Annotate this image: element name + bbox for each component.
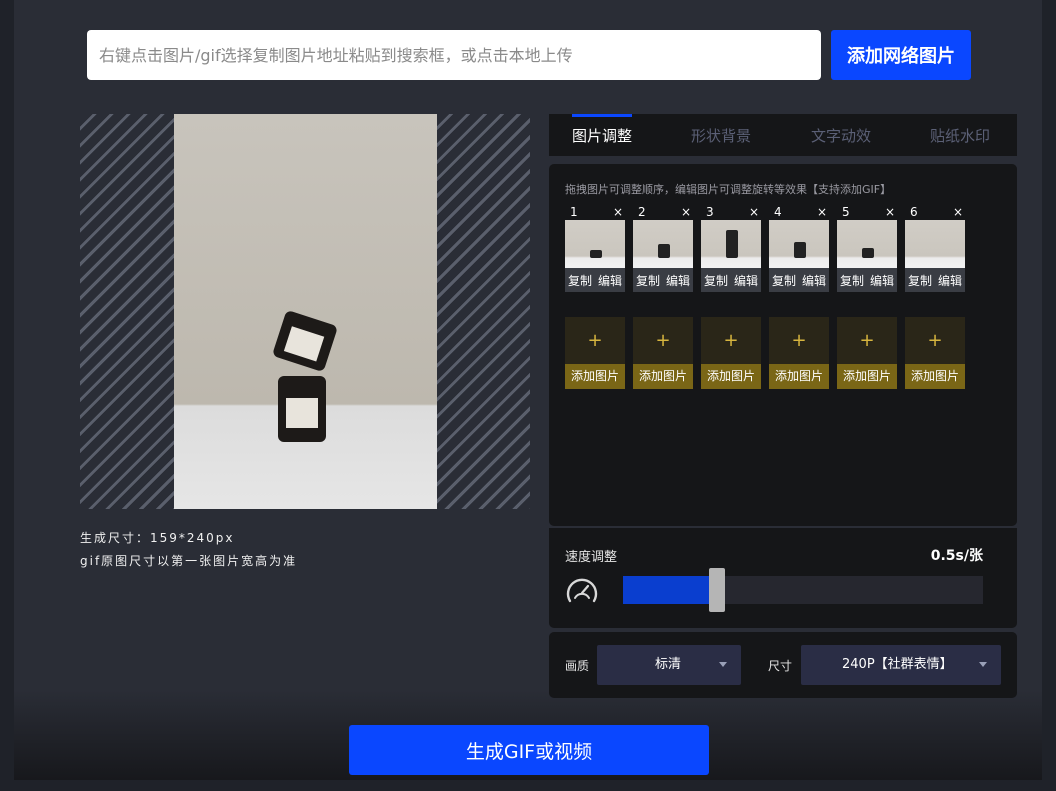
frame-number: 6 xyxy=(910,205,918,219)
add-image-slot[interactable]: + 添加图片 xyxy=(769,317,829,389)
frame-item[interactable]: 5 × 复制 编辑 xyxy=(837,205,897,292)
add-image-slot[interactable]: + 添加图片 xyxy=(701,317,761,389)
frame-number: 1 xyxy=(570,205,578,219)
plus-icon[interactable]: + xyxy=(701,317,761,364)
add-image-slot[interactable]: + 添加图片 xyxy=(633,317,693,389)
close-icon[interactable]: × xyxy=(749,205,759,219)
close-icon[interactable]: × xyxy=(613,205,623,219)
edit-button[interactable]: 编辑 xyxy=(938,272,962,289)
add-network-image-button[interactable]: 添加网络图片 xyxy=(831,30,971,80)
quality-select[interactable]: 标清 xyxy=(597,645,741,685)
frame-number: 2 xyxy=(638,205,646,219)
generate-gif-button[interactable]: 生成GIF或视频 xyxy=(349,725,709,775)
edit-button[interactable]: 编辑 xyxy=(870,272,894,289)
add-image-label[interactable]: 添加图片 xyxy=(633,364,693,389)
frame-number: 4 xyxy=(774,205,782,219)
close-icon[interactable]: × xyxy=(953,205,963,219)
gif-preview-canvas xyxy=(80,114,530,509)
jar-top xyxy=(271,309,339,373)
size-label: 尺寸 xyxy=(768,659,793,673)
editor-tabs: 图片调整 形状背景 文字动效 贴纸水印 xyxy=(549,114,1017,156)
caret-down-icon xyxy=(979,662,987,667)
frame-item[interactable]: 6 × 复制 编辑 xyxy=(905,205,965,292)
frame-thumbnail[interactable] xyxy=(633,220,693,268)
tab-sticker-watermark[interactable]: 贴纸水印 xyxy=(930,114,990,156)
edit-button[interactable]: 编辑 xyxy=(734,272,758,289)
add-image-label[interactable]: 添加图片 xyxy=(565,364,625,389)
frame-item[interactable]: 4 × 复制 编辑 xyxy=(769,205,829,292)
size-value: 240P【社群表情】 xyxy=(842,657,953,672)
tab-image-adjust[interactable]: 图片调整 xyxy=(572,114,633,156)
frame-item[interactable]: 2 × 复制 编辑 xyxy=(633,205,693,292)
frame-thumbnail[interactable] xyxy=(769,220,829,268)
speed-slider[interactable] xyxy=(623,568,983,612)
plus-icon[interactable]: + xyxy=(769,317,829,364)
output-options: 画质 标清 尺寸 240P【社群表情】 xyxy=(549,632,1017,698)
output-size-text: 生成尺寸：159*240px xyxy=(80,531,235,545)
edit-button[interactable]: 编辑 xyxy=(598,272,622,289)
preview-info: 生成尺寸：159*240px gif原图尺寸以第一张图片宽高为准 xyxy=(80,527,297,573)
frame-thumbnail[interactable] xyxy=(837,220,897,268)
tab-shape-background[interactable]: 形状背景 xyxy=(691,114,751,156)
add-image-label[interactable]: 添加图片 xyxy=(769,364,829,389)
copy-button[interactable]: 复制 xyxy=(568,272,592,289)
plus-icon[interactable]: + xyxy=(565,317,625,364)
speedometer-icon xyxy=(566,578,598,603)
frame-number: 3 xyxy=(706,205,714,219)
copy-button[interactable]: 复制 xyxy=(772,272,796,289)
jar-bottom xyxy=(278,376,326,442)
add-image-label[interactable]: 添加图片 xyxy=(905,364,965,389)
edit-button[interactable]: 编辑 xyxy=(802,272,826,289)
speed-slider-handle[interactable] xyxy=(709,568,726,612)
copy-button[interactable]: 复制 xyxy=(840,272,864,289)
copy-button[interactable]: 复制 xyxy=(636,272,660,289)
speed-panel: 速度调整 0.5s/张 xyxy=(549,528,1017,628)
tab-text-animation[interactable]: 文字动效 xyxy=(811,114,871,156)
caret-down-icon xyxy=(719,662,727,667)
edit-button[interactable]: 编辑 xyxy=(666,272,690,289)
frame-thumbnail[interactable] xyxy=(905,220,965,268)
frames-hint: 拖拽图片可调整顺序，编辑图片可调整旋转等效果【支持添加GIF】 xyxy=(565,183,892,196)
speed-slider-fill xyxy=(623,576,710,604)
add-image-slot[interactable]: + 添加图片 xyxy=(837,317,897,389)
add-image-slot[interactable]: + 添加图片 xyxy=(565,317,625,389)
preview-image xyxy=(174,114,437,509)
quality-value: 标清 xyxy=(655,657,682,672)
frame-thumbnail[interactable] xyxy=(565,220,625,268)
size-note-text: gif原图尺寸以第一张图片宽高为准 xyxy=(80,554,298,568)
plus-icon[interactable]: + xyxy=(905,317,965,364)
add-image-slot[interactable]: + 添加图片 xyxy=(905,317,965,389)
speed-title: 速度调整 xyxy=(565,550,618,565)
copy-button[interactable]: 复制 xyxy=(704,272,728,289)
frame-item[interactable]: 3 × 复制 编辑 xyxy=(701,205,761,292)
frames-panel: 拖拽图片可调整顺序，编辑图片可调整旋转等效果【支持添加GIF】 1 × 复制 编辑 … xyxy=(549,164,1017,526)
add-image-label[interactable]: 添加图片 xyxy=(701,364,761,389)
frame-number: 5 xyxy=(842,205,850,219)
size-select[interactable]: 240P【社群表情】 xyxy=(801,645,1001,685)
close-icon[interactable]: × xyxy=(681,205,691,219)
plus-icon[interactable]: + xyxy=(837,317,897,364)
speed-value: 0.5s/张 xyxy=(930,548,983,564)
add-image-label[interactable]: 添加图片 xyxy=(837,364,897,389)
close-icon[interactable]: × xyxy=(817,205,827,219)
search-input[interactable] xyxy=(87,30,821,80)
frame-item[interactable]: 1 × 复制 编辑 xyxy=(565,205,625,292)
frame-thumbnail[interactable] xyxy=(701,220,761,268)
copy-button[interactable]: 复制 xyxy=(908,272,932,289)
close-icon[interactable]: × xyxy=(885,205,895,219)
quality-label: 画质 xyxy=(565,659,590,673)
plus-icon[interactable]: + xyxy=(633,317,693,364)
